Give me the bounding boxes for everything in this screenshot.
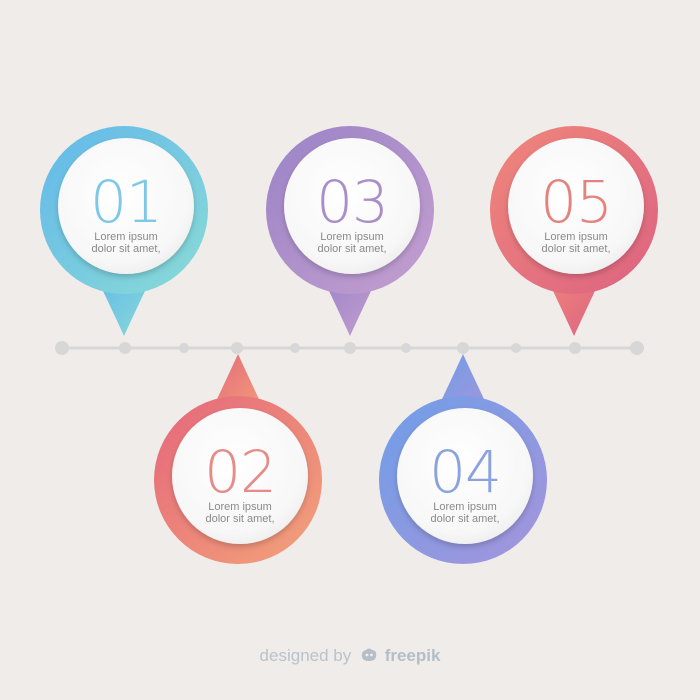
footer-brand: freepik bbox=[384, 646, 441, 665]
marker-inner-disc bbox=[58, 138, 194, 274]
timeline-dot bbox=[55, 341, 69, 355]
timeline-infographic: 01Lorem ipsumdolor sit amet, 02Lorem ipsu… bbox=[40, 126, 658, 564]
timeline-dot bbox=[231, 342, 243, 354]
marker-inner-disc bbox=[397, 408, 533, 544]
step-marker-05: 05Lorem ipsumdolor sit amet, bbox=[490, 126, 658, 336]
step-marker-04: 04Lorem ipsumdolor sit amet, bbox=[379, 354, 547, 564]
timeline-dot bbox=[630, 341, 644, 355]
step-marker-01: 01Lorem ipsumdolor sit amet, bbox=[40, 126, 208, 336]
marker-inner-disc bbox=[172, 408, 308, 544]
timeline-dot bbox=[569, 342, 581, 354]
timeline-dot bbox=[401, 343, 411, 353]
marker-inner-disc bbox=[284, 138, 420, 274]
marker-inner-disc bbox=[508, 138, 644, 274]
step-marker-02: 02Lorem ipsumdolor sit amet, bbox=[154, 354, 322, 564]
timeline-dot bbox=[457, 342, 469, 354]
timeline-dot bbox=[511, 343, 521, 353]
freepik-logo-icon bbox=[361, 648, 377, 661]
timeline-dot bbox=[344, 342, 356, 354]
timeline-dot bbox=[119, 342, 131, 354]
timeline-dot bbox=[290, 343, 300, 353]
footer-prefix: designed by bbox=[259, 646, 352, 665]
step-marker-03: 03Lorem ipsumdolor sit amet, bbox=[266, 126, 434, 336]
footer-credit: designed by freepik bbox=[0, 646, 700, 666]
timeline-axis bbox=[55, 341, 644, 355]
timeline-dot bbox=[179, 343, 189, 353]
